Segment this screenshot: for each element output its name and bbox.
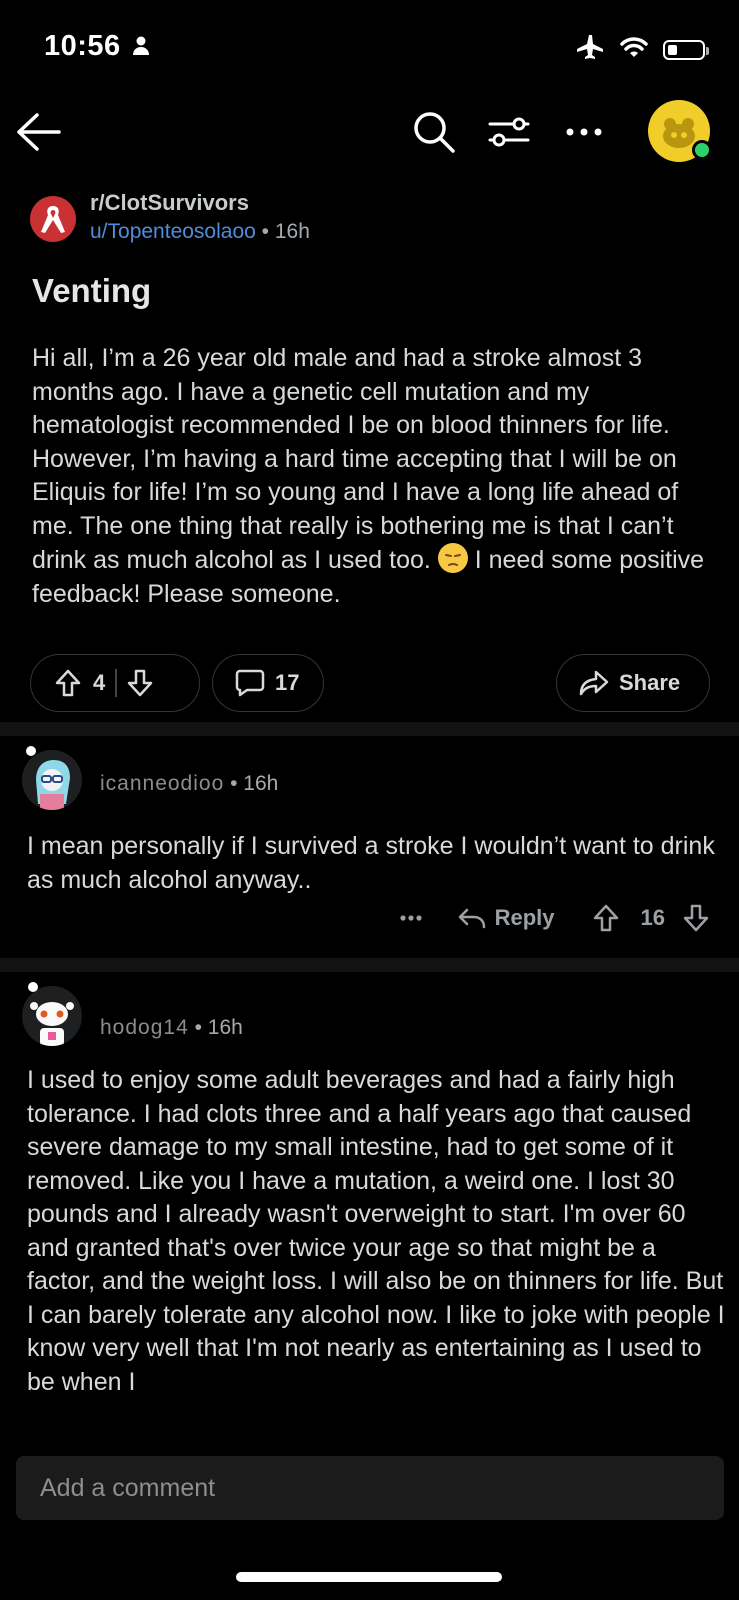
share-label: Share <box>619 670 681 695</box>
commenter-avatar[interactable] <box>22 986 82 1046</box>
person-icon <box>132 36 150 61</box>
more-options-icon[interactable] <box>562 110 606 154</box>
post-title: Venting <box>32 272 152 309</box>
battery-level <box>668 44 677 55</box>
subreddit-icon[interactable] <box>30 196 76 242</box>
awareness-ribbon-icon <box>41 206 65 233</box>
comment-meta: icanneodioo • 16h <box>100 772 278 796</box>
search-icon <box>414 112 455 153</box>
post-body: Hi all, I’m a 26 year old male and had a… <box>32 342 722 611</box>
search-button[interactable] <box>410 108 458 156</box>
comment-bubble-icon <box>235 669 265 697</box>
avatar-status-dot <box>28 982 38 992</box>
comment-age: 16h <box>243 772 279 795</box>
user-avatar-button[interactable] <box>648 100 712 162</box>
post-body-text: Hi all, I’m a 26 year old male and had a… <box>32 344 679 574</box>
post-action-row: 4 17 Share <box>0 654 739 714</box>
add-comment-input[interactable]: Add a comment <box>16 1456 724 1520</box>
vote-control: 4 <box>30 654 200 712</box>
commenter-avatar[interactable] <box>22 750 82 810</box>
home-indicator <box>236 1572 502 1582</box>
airplane-icon <box>577 34 605 65</box>
subreddit-name[interactable]: r/ClotSurvivors <box>90 190 249 216</box>
comment-body: I used to enjoy some adult beverages and… <box>27 1066 725 1396</box>
wifi-icon <box>619 35 649 64</box>
comment: icanneodioo • 16h I mean personally if I… <box>0 736 739 958</box>
reply-arrow-icon <box>458 908 485 929</box>
post-meta: u/Topenteosolaoo • 16h <box>90 220 310 244</box>
status-icons <box>577 34 709 65</box>
status-time: 10:56 <box>44 30 121 62</box>
online-status-dot <box>692 140 712 160</box>
comment-author[interactable]: hodog14 <box>100 1016 189 1039</box>
meta-separator: • <box>194 1016 208 1039</box>
comment: hodog14 • 16h I used to enjoy some adult… <box>0 972 739 1442</box>
sort-filter-button[interactable] <box>484 108 534 156</box>
comments-button[interactable]: 17 <box>212 654 324 712</box>
battery-nub <box>706 46 709 55</box>
share-button[interactable]: Share <box>556 654 710 712</box>
section-separator <box>0 722 739 736</box>
post-age: 16h <box>274 220 310 243</box>
post-detail-screen: 10:56 r/ClotSurvivors u/Topenteosolaoo •… <box>0 0 739 1600</box>
nav-bar <box>0 92 739 172</box>
post-author[interactable]: u/Topenteosolaoo <box>90 220 256 243</box>
comment-count: 17 <box>275 670 300 695</box>
comment-meta: hodog14 • 16h <box>100 1016 243 1040</box>
sliders-icon <box>488 117 530 147</box>
reply-label: Reply <box>494 905 555 930</box>
post: r/ClotSurvivors u/Topenteosolaoo • 16h V… <box>0 176 739 718</box>
avatar-status-dot <box>26 746 36 756</box>
comment-upvote-icon[interactable] <box>593 904 619 932</box>
upvote-icon[interactable] <box>55 669 81 697</box>
back-button[interactable] <box>12 106 64 158</box>
comment-more-icon[interactable] <box>399 914 423 922</box>
comment-age: 16h <box>207 1016 243 1039</box>
share-arrow-icon <box>579 670 609 696</box>
downvote-icon[interactable] <box>127 669 153 697</box>
pensive-face-icon <box>437 543 468 573</box>
scroll-fade <box>0 1410 739 1440</box>
comment-vote-count: 16 <box>640 905 665 930</box>
comment-downvote-icon[interactable] <box>683 904 709 932</box>
comment-composer-bar: Add a comment <box>0 1440 739 1534</box>
meta-separator: • <box>261 220 275 243</box>
arrow-left-icon <box>17 113 61 151</box>
reply-button[interactable]: Reply <box>457 905 555 931</box>
meta-separator: • <box>230 772 244 795</box>
section-separator <box>0 958 739 972</box>
battery-icon <box>663 39 709 60</box>
post-vote-count: 4 <box>93 670 106 695</box>
comment-author[interactable]: icanneodioo <box>100 772 224 795</box>
comment-body: I mean personally if I survived a stroke… <box>27 832 715 894</box>
vote-divider <box>115 669 117 697</box>
comment-actions: Reply 16 <box>399 904 709 932</box>
status-bar: 10:56 <box>0 0 739 92</box>
